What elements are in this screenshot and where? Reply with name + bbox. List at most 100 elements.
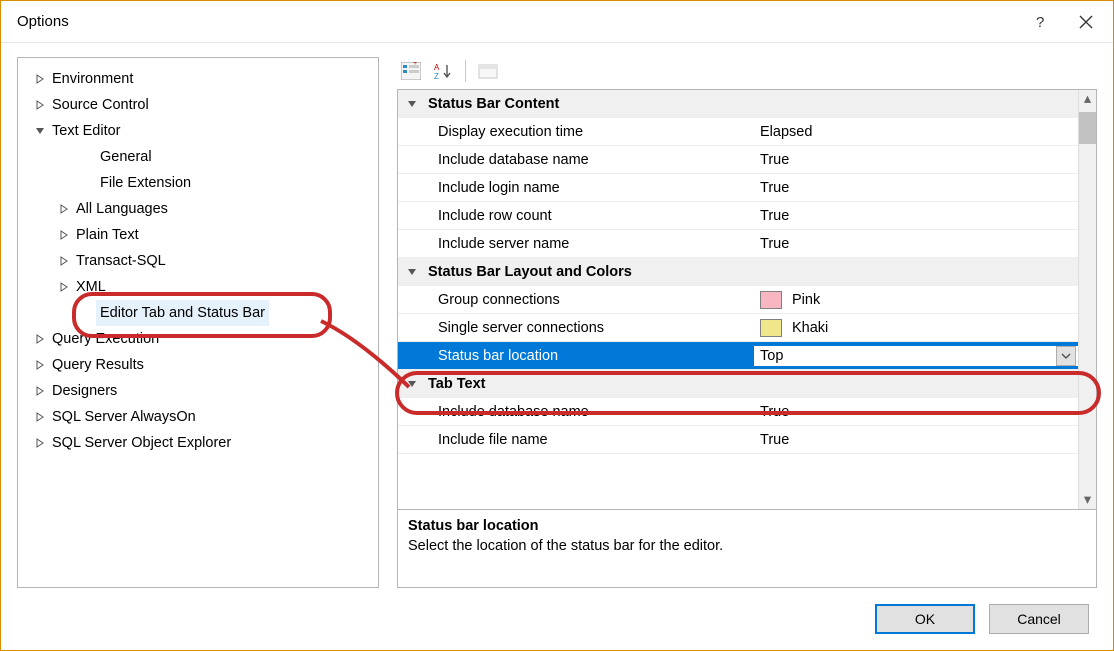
tree-item-label: All Languages xyxy=(72,196,172,222)
close-icon xyxy=(1079,15,1093,29)
tree-item-label: SQL Server AlwaysOn xyxy=(48,404,200,430)
chevron-down-icon[interactable] xyxy=(398,379,426,389)
chevron-right-icon[interactable] xyxy=(32,360,48,370)
tree-item[interactable]: Query Results xyxy=(24,352,372,378)
tree-item[interactable]: XML xyxy=(24,274,372,300)
property-panel: + A Z xyxy=(397,57,1097,588)
scroll-down-icon: ▾ xyxy=(1079,491,1096,509)
property-value-text: Khaki xyxy=(792,320,828,336)
tree-item-label: Source Control xyxy=(48,92,153,118)
svg-text:?: ? xyxy=(1036,14,1044,30)
property-grid-scrollbar[interactable]: ▴ ▾ xyxy=(1078,90,1096,509)
property-row[interactable]: Status bar locationTop xyxy=(398,342,1078,370)
property-name: Include login name xyxy=(426,180,754,196)
property-row[interactable]: Single server connectionsKhaki xyxy=(398,314,1078,342)
property-value[interactable]: True xyxy=(754,236,1078,252)
property-row[interactable]: Include login nameTrue xyxy=(398,174,1078,202)
chevron-right-icon[interactable] xyxy=(56,230,72,240)
tree-item[interactable]: All Languages xyxy=(24,196,372,222)
tree-item[interactable]: Editor Tab and Status Bar xyxy=(24,300,372,326)
property-grid[interactable]: Status Bar Content Display execution time… xyxy=(398,90,1078,509)
property-value[interactable]: True xyxy=(754,404,1078,420)
property-value-text: Pink xyxy=(792,292,820,308)
help-button[interactable]: ? xyxy=(1017,2,1063,42)
category-tree[interactable]: EnvironmentSource ControlText EditorGene… xyxy=(24,66,372,456)
property-row[interactable]: Include database nameTrue xyxy=(398,398,1078,426)
cancel-button[interactable]: Cancel xyxy=(989,604,1089,634)
property-category[interactable]: Tab Text xyxy=(398,370,1078,398)
property-value[interactable]: True xyxy=(754,152,1078,168)
svg-text:A: A xyxy=(434,63,440,72)
window-title: Options xyxy=(17,13,1017,30)
property-value-text: Elapsed xyxy=(760,124,812,140)
tree-item[interactable]: Plain Text xyxy=(24,222,372,248)
property-row[interactable]: Include server nameTrue xyxy=(398,230,1078,258)
property-value[interactable]: Pink xyxy=(754,291,1078,309)
property-name: Status Bar Layout and Colors xyxy=(426,264,1078,280)
tree-item[interactable]: General xyxy=(24,144,372,170)
tree-item[interactable]: SQL Server Object Explorer xyxy=(24,430,372,456)
property-category[interactable]: Status Bar Layout and Colors xyxy=(398,258,1078,286)
property-value[interactable]: Top xyxy=(754,346,1078,366)
chevron-right-icon[interactable] xyxy=(56,204,72,214)
chevron-right-icon[interactable] xyxy=(32,386,48,396)
ok-button[interactable]: OK xyxy=(875,604,975,634)
dialog-body: EnvironmentSource ControlText EditorGene… xyxy=(1,43,1113,588)
property-value[interactable]: Khaki xyxy=(754,319,1078,337)
tree-item[interactable]: Query Execution xyxy=(24,326,372,352)
tree-item[interactable]: Source Control xyxy=(24,92,372,118)
tree-item[interactable]: File Extension xyxy=(24,170,372,196)
property-row[interactable]: Display execution time Elapsed xyxy=(398,118,1078,146)
property-row[interactable]: Include file nameTrue xyxy=(398,426,1078,454)
categorized-button[interactable]: + xyxy=(397,58,425,84)
tree-item[interactable]: Text Editor xyxy=(24,118,372,144)
tree-item-label: Text Editor xyxy=(48,118,125,144)
category-tree-panel: EnvironmentSource ControlText EditorGene… xyxy=(17,57,379,588)
chevron-right-icon[interactable] xyxy=(32,412,48,422)
tree-item-label: Query Results xyxy=(48,352,148,378)
tree-item[interactable]: Transact-SQL xyxy=(24,248,372,274)
chevron-down-icon[interactable] xyxy=(398,267,426,277)
alphabetical-button[interactable]: A Z xyxy=(429,58,457,84)
chevron-right-icon[interactable] xyxy=(32,438,48,448)
property-description: Status bar location Select the location … xyxy=(397,510,1097,588)
chevron-down-icon[interactable] xyxy=(398,99,426,109)
tree-item[interactable]: SQL Server AlwaysOn xyxy=(24,404,372,430)
chevron-down-icon xyxy=(1061,351,1071,361)
property-value-text: True xyxy=(760,208,789,224)
property-row[interactable]: Include row count True xyxy=(398,202,1078,230)
color-swatch xyxy=(760,291,782,309)
chevron-right-icon[interactable] xyxy=(32,74,48,84)
scroll-thumb[interactable] xyxy=(1079,112,1096,144)
property-value[interactable]: True xyxy=(754,180,1078,196)
property-name: Group connections xyxy=(426,292,754,308)
help-icon: ? xyxy=(1032,14,1048,30)
property-value[interactable]: True xyxy=(754,432,1078,448)
property-row[interactable]: Group connections Pink xyxy=(398,286,1078,314)
chevron-right-icon[interactable] xyxy=(56,282,72,292)
chevron-down-icon[interactable] xyxy=(32,126,48,136)
property-name: Tab Text xyxy=(426,376,1078,392)
property-name: Status Bar Content xyxy=(426,96,1078,112)
property-toolbar: + A Z xyxy=(397,57,1097,89)
property-value[interactable]: True xyxy=(754,208,1078,224)
property-name: Include row count xyxy=(426,208,754,224)
dropdown-button[interactable] xyxy=(1056,346,1076,366)
property-category[interactable]: Status Bar Content xyxy=(398,90,1078,118)
chevron-right-icon[interactable] xyxy=(32,334,48,344)
property-value-text: True xyxy=(760,404,789,420)
close-button[interactable] xyxy=(1063,2,1109,42)
property-name: Include database name xyxy=(426,152,754,168)
tree-item-label: SQL Server Object Explorer xyxy=(48,430,235,456)
property-row[interactable]: Include database nameTrue xyxy=(398,146,1078,174)
property-name: Display execution time xyxy=(426,124,754,140)
property-value[interactable]: Elapsed xyxy=(754,124,1078,140)
tree-item[interactable]: Environment xyxy=(24,66,372,92)
property-name: Include server name xyxy=(426,236,754,252)
property-pages-button[interactable] xyxy=(474,58,504,84)
tree-item-label: File Extension xyxy=(96,170,195,196)
categorized-icon: + xyxy=(401,62,421,80)
chevron-right-icon[interactable] xyxy=(32,100,48,110)
tree-item[interactable]: Designers xyxy=(24,378,372,404)
chevron-right-icon[interactable] xyxy=(56,256,72,266)
